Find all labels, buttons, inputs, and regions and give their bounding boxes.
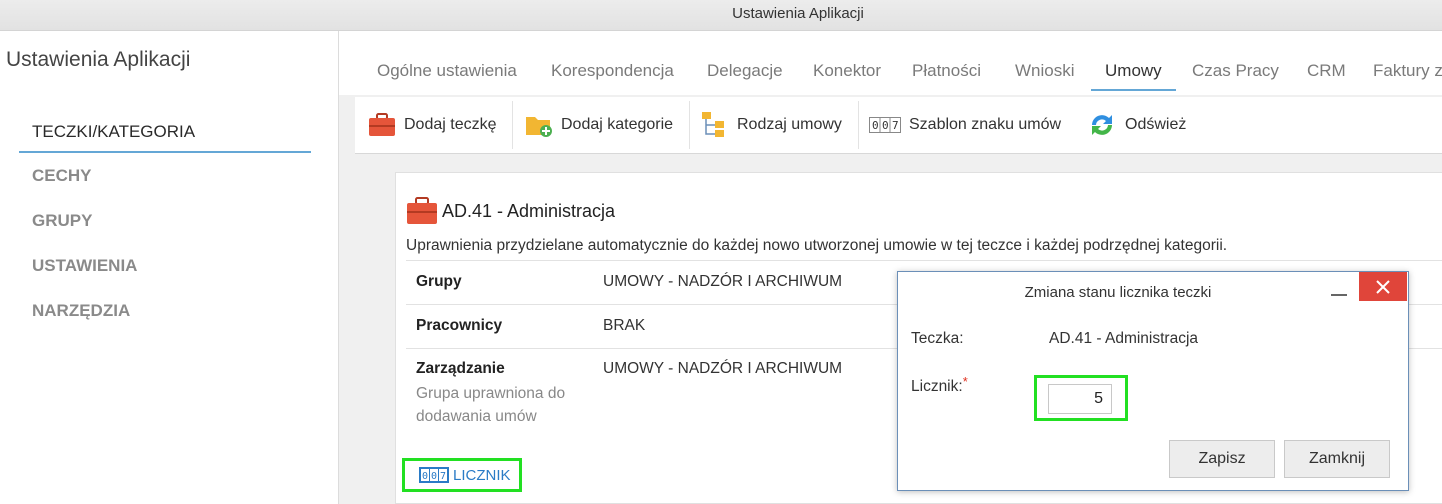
contract-type-label: Rodzaj umowy: [737, 116, 842, 133]
toolbar-divider: [689, 101, 690, 149]
left-panel: Ustawienia Aplikacji TECZKI/KATEGORIA CE…: [0, 31, 339, 504]
folder-title: AD.41 - Administracja: [442, 200, 616, 221]
dialog-title: Zmiana stanu licznika teczki: [1024, 284, 1212, 301]
counter-dialog: Zmiana stanu licznika teczki Teczka: AD.…: [897, 271, 1409, 491]
counter-field-label: Licznik:*: [911, 374, 968, 396]
toolbar-divider: [858, 101, 859, 149]
close-button[interactable]: [1359, 272, 1407, 301]
add-folder-label: Dodaj teczkę: [404, 116, 497, 133]
tab-platnosci[interactable]: Płatności: [912, 61, 981, 81]
folder-field-label: Teczka:: [911, 330, 964, 347]
svg-text:0: 0: [431, 471, 437, 482]
counter-label-text: Licznik:: [911, 378, 963, 395]
counter-input-highlight: [1034, 375, 1128, 421]
svg-text:7: 7: [440, 471, 446, 482]
toolbar-divider: [512, 101, 513, 149]
row-label: Grupy: [416, 273, 462, 290]
row-value: UMOWY - NADZÓR I ARCHIWUM: [603, 360, 843, 377]
counter-icon: 007: [869, 115, 901, 135]
left-nav: TECZKI/KATEGORIA CECHY GRUPY USTAWIENIA …: [19, 115, 311, 339]
nav-item-ustawienia[interactable]: USTAWIENIA: [19, 249, 311, 294]
briefcase-icon: [406, 197, 438, 225]
counter-icon: 007: [419, 466, 449, 484]
add-category-label: Dodaj kategorie: [561, 116, 674, 133]
contract-type-button[interactable]: Rodzaj umowy: [701, 97, 842, 153]
refresh-icon: [1087, 110, 1117, 140]
briefcase-icon: [368, 113, 396, 137]
minimize-icon[interactable]: [1331, 294, 1347, 296]
folder-add-icon: [525, 113, 553, 137]
svg-text:0: 0: [882, 119, 889, 132]
hierarchy-icon: [701, 111, 729, 139]
tab-konektor[interactable]: Konektor: [813, 61, 881, 81]
save-button[interactable]: Zapisz: [1169, 440, 1275, 478]
svg-text:0: 0: [872, 119, 879, 132]
toolbar: Dodaj teczkę Dodaj kategorie Rodzaj umow…: [355, 97, 1442, 154]
row-label: Zarządzanie: [416, 360, 505, 377]
close-icon: [1375, 279, 1391, 295]
tab-korespondencja[interactable]: Korespondencja: [551, 61, 674, 81]
add-folder-button[interactable]: Dodaj teczkę: [368, 97, 497, 153]
svg-text:0: 0: [422, 471, 428, 482]
nav-item-narzedzia[interactable]: NARZĘDZIA: [19, 294, 311, 339]
refresh-label: Odśwież: [1125, 116, 1187, 133]
tab-wnioski[interactable]: Wnioski: [1015, 61, 1075, 81]
tab-ogolne-ustawienia[interactable]: Ogólne ustawienia: [377, 61, 517, 81]
folder-heading: AD.41 - Administracja: [406, 197, 615, 225]
panel-title: Ustawienia Aplikacji: [6, 48, 191, 71]
counter-link-label: LICZNIK: [453, 466, 511, 484]
required-marker: *: [962, 374, 968, 389]
tab-bar: Ogólne ustawienia Korespondencja Delegac…: [339, 31, 1442, 95]
nav-item-teczki-kategoria[interactable]: TECZKI/KATEGORIA: [19, 115, 311, 153]
folder-field-value: AD.41 - Administracja: [1049, 330, 1199, 347]
tab-delegacje[interactable]: Delegacje: [707, 61, 783, 81]
number-template-button[interactable]: 007 Szablon znaku umów: [869, 97, 1061, 153]
cancel-button[interactable]: Zamknij: [1284, 440, 1390, 478]
row-label: Pracownicy: [416, 317, 503, 334]
add-category-button[interactable]: Dodaj kategorie: [525, 97, 673, 153]
counter-link[interactable]: 007 LICZNIK: [402, 458, 522, 492]
counter-input[interactable]: [1048, 384, 1112, 414]
number-template-label: Szablon znaku umów: [909, 116, 1062, 133]
tab-faktury[interactable]: Faktury z: [1373, 61, 1442, 81]
tab-czas-pracy[interactable]: Czas Pracy: [1192, 61, 1279, 81]
window-titlebar: Ustawienia Aplikacji: [0, 0, 1442, 31]
folder-description: Uprawnienia przydzielane automatycznie d…: [406, 237, 1228, 254]
nav-item-grupy[interactable]: GRUPY: [19, 204, 311, 249]
tab-umowy[interactable]: Umowy: [1091, 61, 1176, 91]
row-value: BRAK: [603, 317, 646, 334]
refresh-button[interactable]: Odśwież: [1087, 97, 1186, 153]
window-title: Ustawienia Aplikacji: [732, 5, 864, 22]
tab-crm[interactable]: CRM: [1307, 61, 1346, 81]
nav-item-cechy[interactable]: CECHY: [19, 159, 311, 204]
row-value: UMOWY - NADZÓR I ARCHIWUM: [603, 273, 843, 290]
row-sublabel: Grupa uprawniona do dodawania umów: [416, 385, 566, 425]
svg-text:7: 7: [892, 119, 899, 132]
